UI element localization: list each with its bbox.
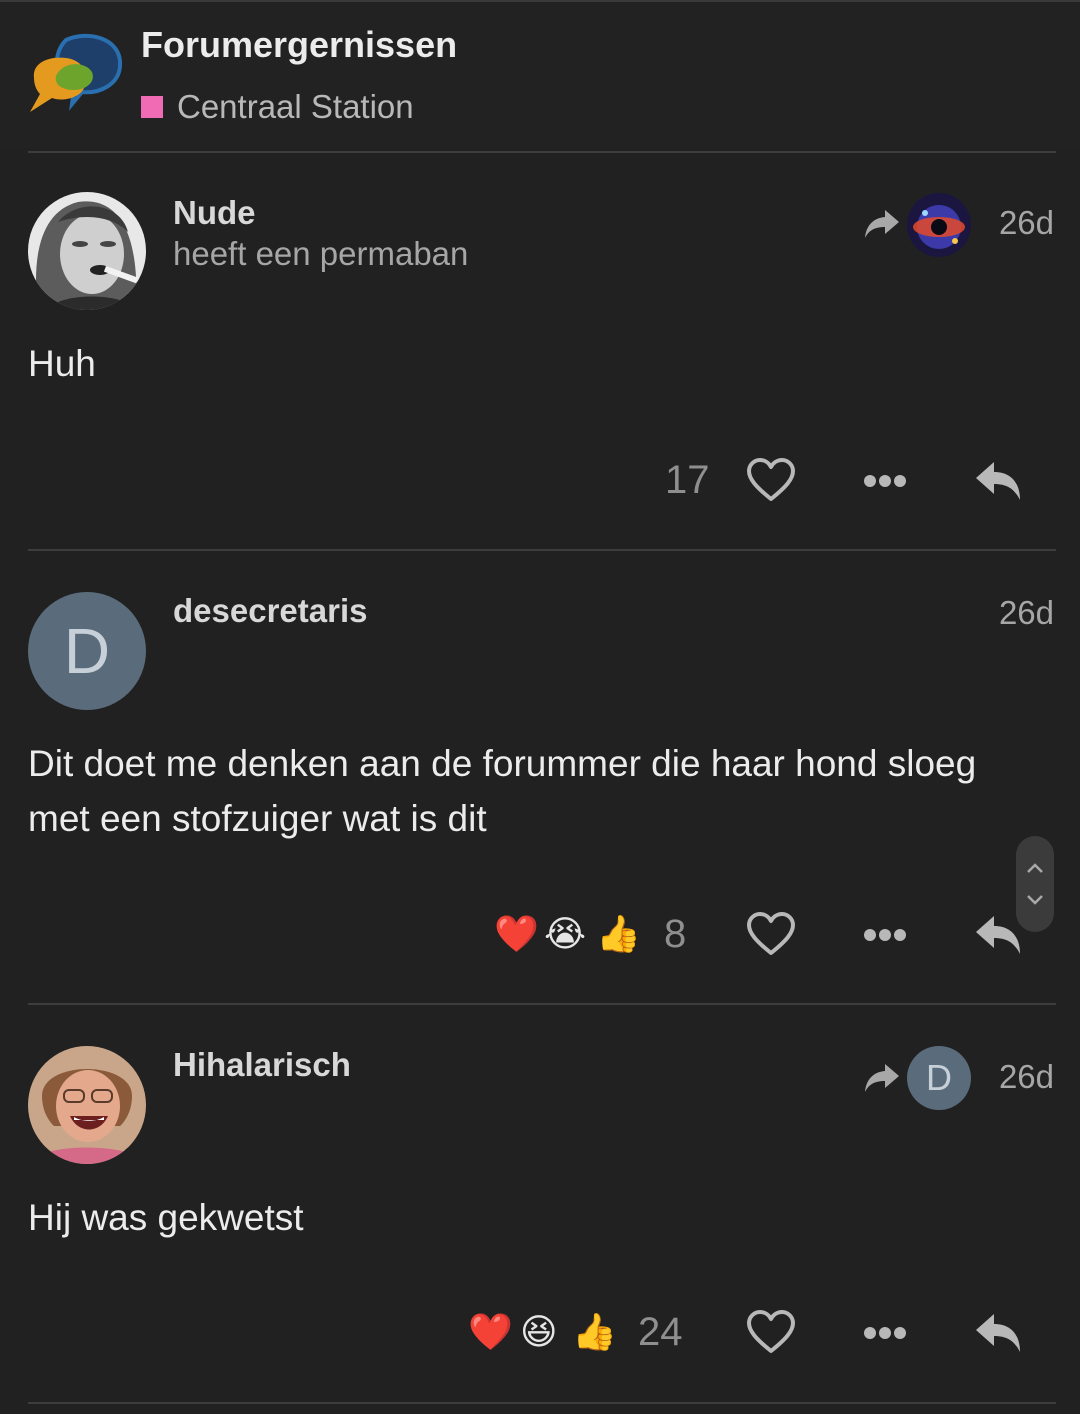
more-options-icon[interactable] [860,1308,910,1358]
timeline-scroll-control[interactable] [1016,836,1054,932]
reaction-thumbs-up[interactable]: 👍 [572,1310,617,1354]
avatar[interactable] [28,1046,146,1164]
username[interactable]: desecretaris [173,592,367,630]
reaction-thumbs-up[interactable]: 👍 [596,912,641,956]
more-options-icon[interactable] [860,910,910,960]
post-time[interactable]: 26d [999,204,1054,242]
avatar[interactable] [28,192,146,310]
like-heart-icon[interactable] [746,1308,796,1358]
username[interactable]: Hihalarisch [173,1046,351,1084]
divider [28,549,1056,551]
user-title: heeft een permaban [173,235,469,272]
post-time[interactable]: 26d [999,594,1054,632]
username[interactable]: Nude [173,194,256,232]
avatar[interactable]: D [28,592,146,710]
post-time[interactable]: 26d [999,1058,1054,1096]
post-body: Huh [28,343,96,384]
site-title[interactable]: Forumergernissen [141,24,457,66]
reply-to-arrow-icon[interactable] [863,1062,901,1094]
post-body: Hij was gekwetst [28,1197,304,1238]
chevron-down-icon[interactable] [1025,890,1045,910]
like-count[interactable]: 24 [638,1310,683,1355]
like-count[interactable]: 8 [664,912,686,957]
divider [28,1402,1056,1404]
reply-to-avatar[interactable] [907,193,971,257]
reaction-heart[interactable]: ❤️ [468,1310,513,1354]
reaction-laughing[interactable]: 😆 [520,1310,558,1354]
like-heart-icon[interactable] [746,456,796,506]
like-heart-icon[interactable] [746,910,796,960]
post-body: Dit doet me denken aan de forummer die h… [28,743,977,839]
category-color-badge [141,96,163,118]
chevron-up-icon[interactable] [1025,858,1045,878]
reply-icon[interactable] [974,456,1024,506]
like-count[interactable]: 17 [665,458,710,503]
site-logo-icon[interactable] [26,32,123,118]
reaction-crying[interactable]: 😭 [544,912,586,956]
topic-header: Forumergernissen Centraal Station [0,0,1080,148]
divider [28,151,1056,153]
reaction-heart[interactable]: ❤️ [494,912,539,956]
reply-to-arrow-icon[interactable] [863,208,901,240]
reply-icon[interactable] [974,1308,1024,1358]
reply-to-avatar[interactable]: D [907,1046,971,1110]
divider [28,1003,1056,1005]
more-options-icon[interactable] [860,456,910,506]
category-name[interactable]: Centraal Station [177,88,414,126]
